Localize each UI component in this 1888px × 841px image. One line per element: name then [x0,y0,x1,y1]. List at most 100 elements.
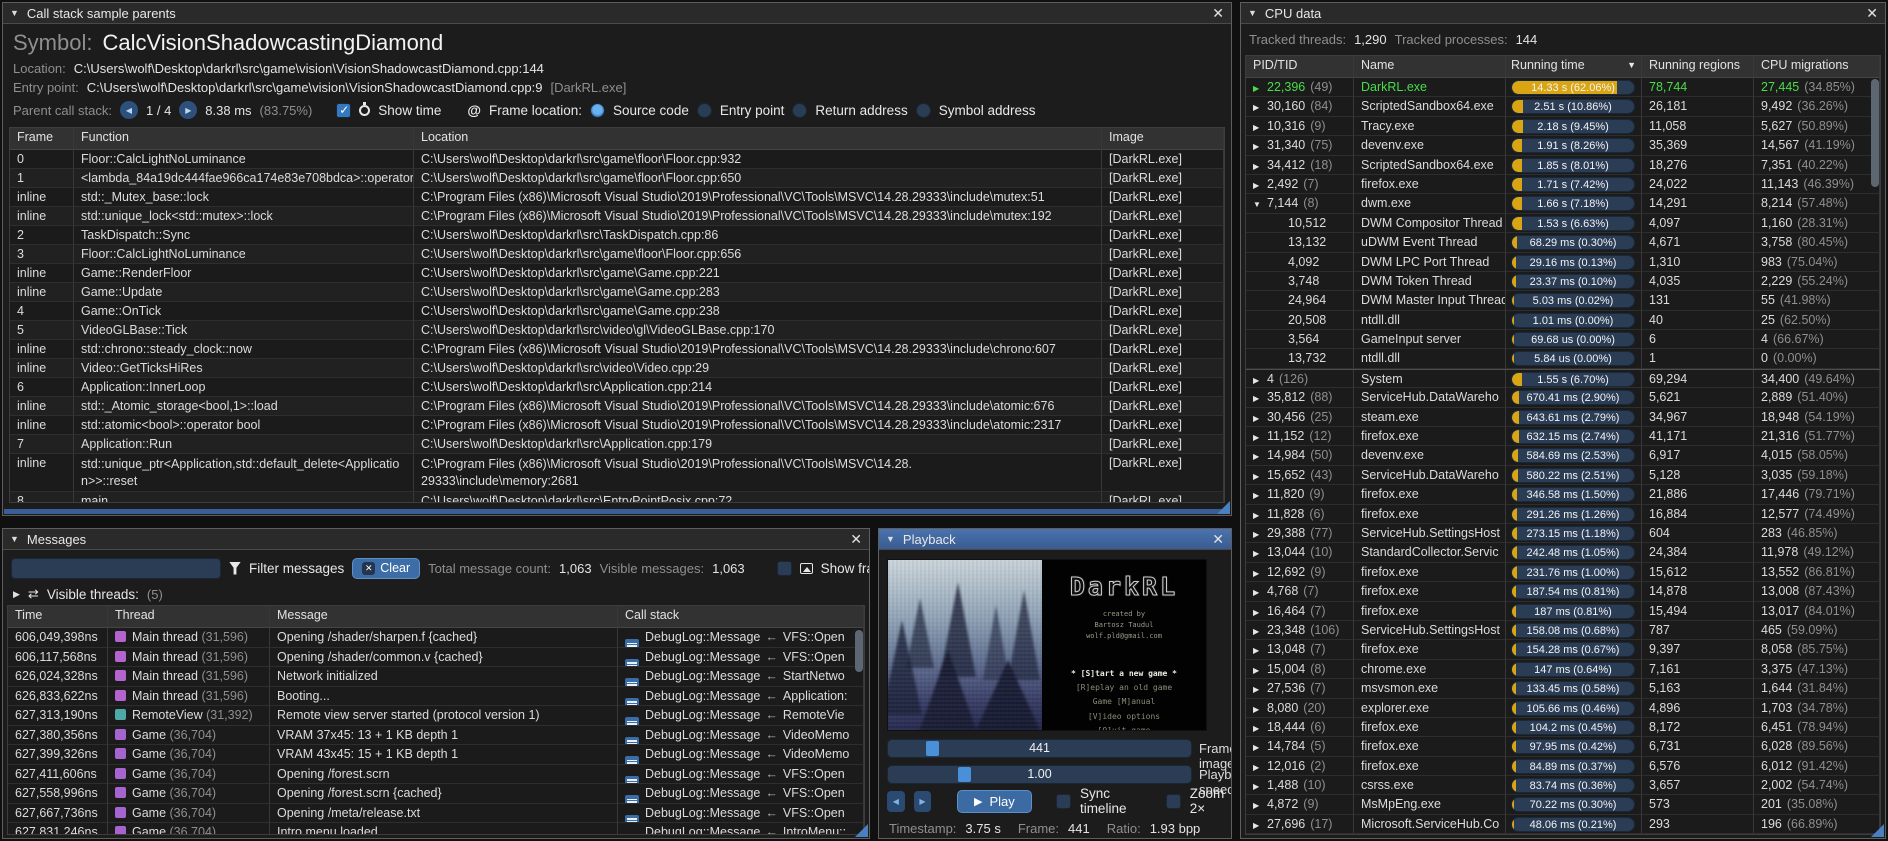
process-row[interactable]: ▶15,652(43)ServiceHub.DataWareho580.22 m… [1246,466,1880,485]
process-row[interactable]: ▶14,784(5)firefox.exe97.95 ms (0.42%)6,7… [1246,737,1880,756]
callstack-cell[interactable]: DebugLog::Message←StartNetwo [618,667,864,687]
column-header-time[interactable]: Time [8,606,108,628]
list-item[interactable]: 627,667,736nsGame (36,704)Opening /meta/… [8,804,864,824]
process-row[interactable]: 3,564GameInput server69.68 us (0.00%)64(… [1246,330,1880,349]
expand-arrow-icon[interactable]: ▶ [1253,452,1267,461]
process-row[interactable]: ▶22,396(49)DarkRL.exe14.33 s (62.06%)78,… [1246,78,1880,97]
process-row[interactable]: ▼7,144(8)dwm.exe1.66 s (7.18%)14,2918,21… [1246,194,1880,213]
callstack-cell[interactable]: DebugLog::Message←VideoMemo [618,726,864,746]
table-row[interactable]: inlinestd::_Atomic_storage<bool,1>::load… [10,397,1224,416]
expand-arrow-icon[interactable]: ▶ [13,589,20,600]
prev-frame-button[interactable]: ◀ [887,791,905,812]
show-frame-checkbox[interactable] [777,561,792,576]
column-header-location[interactable]: Location [414,128,1102,150]
process-row[interactable]: ▶27,696(17)Microsoft.ServiceHub.Co48.06 … [1246,815,1880,834]
table-row[interactable]: 6Application::InnerLoopC:\Users\wolf\Des… [10,378,1224,397]
process-row[interactable]: ▶12,692(9)firefox.exe231.76 ms (1.00%)15… [1246,563,1880,582]
process-row[interactable]: ▶8,080(20)explorer.exe105.66 ms (0.46%)4… [1246,699,1880,718]
callstack-cell[interactable]: DebugLog::Message←VFS::Open [618,804,864,824]
process-row[interactable]: ▶29,388(77)ServiceHub.SettingsHost273.15… [1246,524,1880,543]
close-icon[interactable]: ✕ [850,532,862,546]
close-icon[interactable]: ✕ [1866,6,1878,20]
next-frame-button[interactable]: ▶ [914,791,932,812]
messages-panel-header[interactable]: ▼ Messages ✕ [3,529,869,550]
expand-arrow-icon[interactable]: ▶ [1253,763,1267,772]
table-row[interactable]: inlineVideo::GetTicksHiResC:\Users\wolf\… [10,359,1224,378]
process-row[interactable]: 4,092DWM LPC Port Thread29.16 ms (0.13%)… [1246,253,1880,272]
cpu-panel-header[interactable]: ▼ CPU data ✕ [1241,3,1885,24]
table-row[interactable]: 1<lambda_84a19dc444fae966ca174e83e708bdc… [10,169,1224,188]
expand-arrow-icon[interactable]: ▶ [1253,491,1267,500]
expand-arrow-icon[interactable]: ▶ [1253,530,1267,539]
table-row[interactable]: inlinestd::atomic<bool>::operator boolC:… [10,416,1224,435]
callstack-cell[interactable]: DebugLog::Message←Application: [618,687,864,707]
table-row[interactable]: 2TaskDispatch::SyncC:\Users\wolf\Desktop… [10,226,1224,245]
process-row[interactable]: ▶13,048(7)firefox.exe154.28 ms (0.67%)9,… [1246,640,1880,659]
process-row[interactable]: ▶31,340(75)devenv.exe1.91 s (8.26%)35,36… [1246,136,1880,155]
process-row[interactable]: 3,748DWM Token Thread23.37 ms (0.10%)4,0… [1246,272,1880,291]
column-header-thread[interactable]: Thread [108,606,270,628]
process-row[interactable]: ▶30,456(25)steam.exe643.61 ms (2.79%)34,… [1246,408,1880,427]
filter-input[interactable] [11,558,221,579]
table-row[interactable]: 0Floor::CalcLightNoLuminanceC:\Users\wol… [10,150,1224,169]
collapse-arrow-icon[interactable]: ▼ [1253,200,1267,209]
process-row[interactable]: ▶2,492(7)firefox.exe1.71 s (7.42%)24,022… [1246,175,1880,194]
callstack-cell[interactable]: DebugLog::Message←VFS::Open [618,784,864,804]
expand-arrow-icon[interactable]: ▶ [1253,84,1267,93]
expand-arrow-icon[interactable]: ▶ [1253,782,1267,791]
list-item[interactable]: 627,411,606nsGame (36,704)Opening /fores… [8,765,864,785]
list-item[interactable]: 627,831,246nsGame (36,704)Intro menu loa… [8,823,864,835]
process-row[interactable]: ▶14,984(50)devenv.exe584.69 ms (2.53%)6,… [1246,446,1880,465]
prev-callstack-button[interactable]: ◀ [120,101,138,119]
expand-arrow-icon[interactable]: ▶ [1253,142,1267,151]
expand-arrow-icon[interactable]: ▶ [1253,666,1267,675]
process-row[interactable]: ▶11,828(6)firefox.exe291.26 ms (1.26%)16… [1246,505,1880,524]
frame-location-radio-0[interactable] [590,103,605,118]
column-header-pid[interactable]: PID/TID [1246,56,1354,78]
messages-scrollbar[interactable] [855,630,863,672]
column-header-running-time[interactable]: Running time▼ [1506,56,1642,78]
callstack-cell[interactable]: DebugLog::Message←VFS::Open [618,765,864,785]
column-header-callstack[interactable]: Call stack [618,606,864,628]
list-item[interactable]: 627,399,326nsGame (36,704)VRAM 43x45: 15… [8,745,864,765]
horizontal-scrollbar[interactable] [4,509,1230,514]
visible-threads-row[interactable]: ▶ ⇄ Visible threads: (5) [13,586,163,602]
process-row[interactable]: ▶15,004(8)chrome.exe147 ms (0.64%)7,1613… [1246,660,1880,679]
callstack-cell[interactable]: DebugLog::Message←RemoteVie [618,706,864,726]
frame-location-radio-2[interactable] [792,103,807,118]
sync-timeline-checkbox[interactable] [1056,794,1071,809]
table-row[interactable]: 5VideoGLBase::TickC:\Users\wolf\Desktop\… [10,321,1224,340]
process-row[interactable]: 24,964DWM Master Input Thread5.03 ms (0.… [1246,291,1880,310]
list-item[interactable]: 606,049,398nsMain thread (31,596)Opening… [8,628,864,648]
expand-arrow-icon[interactable]: ▶ [1253,433,1267,442]
table-row[interactable]: 8mainC:\Users\wolf\Desktop\darkrl\src\En… [10,492,1224,503]
collapse-icon[interactable]: ▼ [10,534,19,544]
expand-arrow-icon[interactable]: ▶ [1253,627,1267,636]
expand-arrow-icon[interactable]: ▶ [1253,821,1267,830]
column-header-frame[interactable]: Frame [10,128,74,150]
process-row[interactable]: ▶18,444(6)firefox.exe104.2 ms (0.45%)8,1… [1246,718,1880,737]
collapse-icon[interactable]: ▼ [1248,8,1257,18]
column-header-name[interactable]: Name [1354,56,1506,78]
process-row[interactable]: ▶12,016(2)firefox.exe84.89 ms (0.37%)6,5… [1246,757,1880,776]
process-row[interactable]: 13,132uDWM Event Thread68.29 ms (0.30%)4… [1246,233,1880,252]
table-row[interactable]: inlineGame::UpdateC:\Users\wolf\Desktop\… [10,283,1224,302]
process-row[interactable]: 20,508ntdll.dll1.01 ms (0.00%)4025(62.50… [1246,311,1880,330]
table-row[interactable]: inlinestd::chrono::steady_clock::nowC:\P… [10,340,1224,359]
process-row[interactable]: ▶35,812(88)ServiceHub.DataWareho670.41 m… [1246,388,1880,407]
next-callstack-button[interactable]: ▶ [179,101,197,119]
table-row[interactable]: 3Floor::CalcLightNoLuminanceC:\Users\wol… [10,245,1224,264]
process-row[interactable]: ▶4(126)System1.55 s (6.70%)69,29434,400(… [1246,369,1880,388]
callstack-cell[interactable]: DebugLog::Message←VFS::Open [618,628,864,648]
column-header-image[interactable]: Image [1102,128,1224,150]
expand-arrow-icon[interactable]: ▶ [1253,608,1267,617]
callstack-panel-header[interactable]: ▼ Call stack sample parents ✕ [3,3,1231,24]
process-row[interactable]: ▶34,412(18)ScriptedSandbox64.exe1.85 s (… [1246,156,1880,175]
process-row[interactable]: 10,512DWM Compositor Thread1.53 s (6.63%… [1246,214,1880,233]
playback-speed-slider[interactable]: 1.00 [887,765,1192,784]
list-item[interactable]: 627,380,356nsGame (36,704)VRAM 37x45: 13… [8,726,864,746]
list-item[interactable]: 627,558,996nsGame (36,704)Opening /fores… [8,784,864,804]
expand-arrow-icon[interactable]: ▶ [1253,569,1267,578]
expand-arrow-icon[interactable]: ▶ [1253,123,1267,132]
expand-arrow-icon[interactable]: ▶ [1253,181,1267,190]
